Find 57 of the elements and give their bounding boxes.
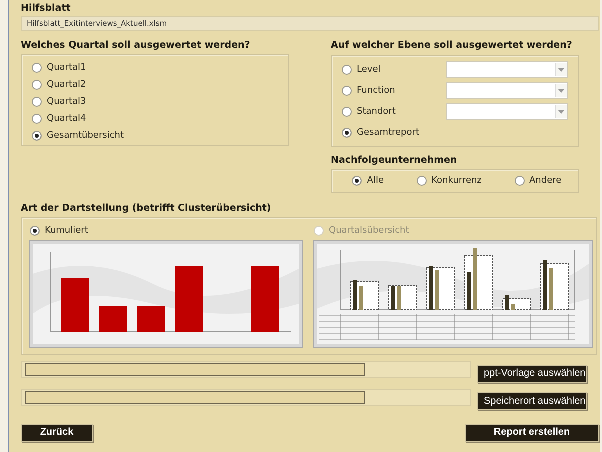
radio-button[interactable] bbox=[32, 131, 42, 141]
section-heading: Hilfsblatt bbox=[21, 3, 72, 14]
chart-bar bbox=[61, 278, 89, 332]
chart-bar bbox=[137, 306, 165, 332]
section-heading: Nachfolgeunternehmen bbox=[331, 155, 458, 166]
radio-label[interactable]: Kumuliert bbox=[45, 225, 88, 237]
radio-label[interactable]: Alle bbox=[367, 175, 384, 187]
radio-label[interactable]: Level bbox=[357, 64, 381, 76]
dropdown-field[interactable] bbox=[446, 61, 568, 78]
radio-label[interactable]: Andere bbox=[530, 175, 562, 187]
radio-label[interactable]: Gesamtreport bbox=[357, 126, 420, 138]
radio-label[interactable]: Quartal2 bbox=[47, 79, 86, 91]
chart-bar bbox=[359, 286, 363, 310]
path-field[interactable] bbox=[21, 388, 471, 406]
chart-bar bbox=[473, 248, 477, 310]
section-heading: Art der Dartstellung (betrifft Clusterübersicht) bbox=[21, 203, 272, 214]
chart-bar bbox=[397, 286, 401, 310]
radio-label[interactable]: Function bbox=[357, 84, 396, 96]
path-field[interactable] bbox=[21, 361, 471, 378]
radio-label[interactable]: Konkurrenz bbox=[432, 175, 482, 187]
section-heading: Auf welcher Ebene soll ausgewertet werden? bbox=[331, 40, 574, 51]
radio-label[interactable]: Standort bbox=[357, 106, 396, 118]
radio-button[interactable] bbox=[342, 64, 352, 74]
radio-button[interactable] bbox=[32, 97, 42, 107]
radio-button[interactable] bbox=[342, 106, 352, 116]
chart-bar bbox=[511, 304, 515, 310]
select-button[interactable]: ppt-Vorlage auswählen bbox=[477, 364, 587, 382]
radio-button[interactable] bbox=[342, 86, 352, 96]
chart-bar bbox=[175, 266, 203, 332]
section-heading: Welches Quartal soll ausgewertet werden? bbox=[21, 40, 252, 51]
chart-bar bbox=[505, 295, 509, 310]
radio-button[interactable] bbox=[514, 176, 525, 186]
radio-button[interactable] bbox=[32, 114, 42, 124]
chart-bar bbox=[543, 260, 547, 310]
radio-button[interactable] bbox=[30, 226, 40, 236]
chart-bar bbox=[251, 266, 279, 332]
chart-bar bbox=[99, 306, 127, 332]
radio-button[interactable] bbox=[32, 63, 42, 73]
radio-label[interactable]: Quartal4 bbox=[47, 113, 86, 125]
chart-bar bbox=[549, 268, 553, 310]
chart-bar bbox=[467, 272, 471, 310]
radio-button[interactable] bbox=[352, 176, 362, 186]
select-button[interactable]: Speicherort auswählen bbox=[477, 392, 587, 410]
radio-button[interactable] bbox=[342, 128, 352, 138]
radio-label[interactable]: Quartal1 bbox=[47, 62, 86, 74]
chart-bar bbox=[391, 286, 395, 310]
dropdown-field[interactable] bbox=[446, 82, 568, 99]
dropdown-field[interactable] bbox=[446, 103, 568, 120]
radio-button[interactable] bbox=[32, 80, 42, 90]
radio-label[interactable]: Quartal3 bbox=[47, 96, 86, 108]
radio-label[interactable]: Gesamtübersicht bbox=[47, 130, 124, 142]
chart-bar bbox=[353, 280, 357, 310]
chart-bar bbox=[429, 266, 433, 310]
create-report-button[interactable]: Report erstellen bbox=[465, 424, 599, 442]
back-button[interactable]: Zurück bbox=[21, 424, 93, 442]
chart-bar bbox=[435, 270, 439, 310]
radio-button[interactable] bbox=[416, 176, 427, 186]
